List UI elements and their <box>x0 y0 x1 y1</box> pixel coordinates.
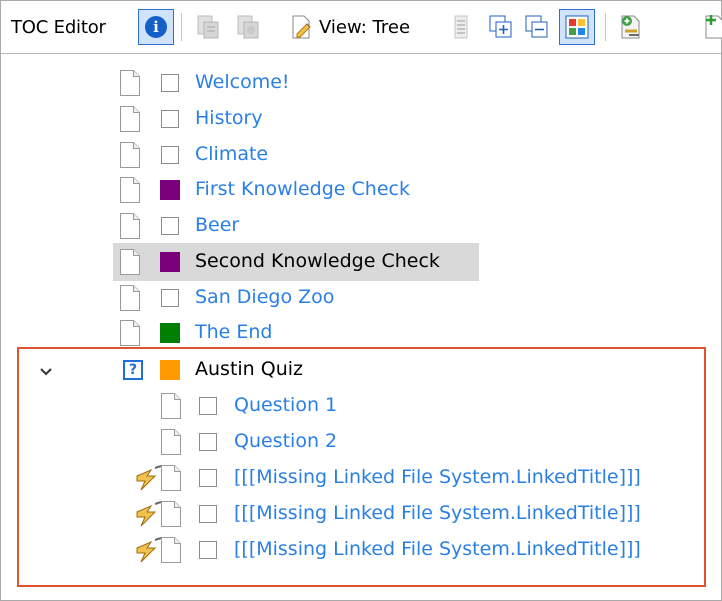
checkbox[interactable] <box>161 146 179 164</box>
add-item-icon[interactable] <box>701 13 722 41</box>
list-icon[interactable] <box>447 13 475 41</box>
checkbox[interactable] <box>161 217 179 235</box>
add-linked-file-icon[interactable] <box>617 13 645 41</box>
checkbox[interactable] <box>161 110 179 128</box>
toc-item-label[interactable]: Welcome! <box>195 69 290 95</box>
toc-item-label[interactable]: History <box>195 105 263 131</box>
expand-all-icon[interactable] <box>487 13 515 41</box>
page-icon <box>120 106 140 132</box>
page-icon <box>120 70 140 96</box>
toc-item[interactable]: First Knowledge Check <box>1 172 721 208</box>
toc-item[interactable]: Beer <box>1 208 721 244</box>
checkbox[interactable] <box>161 74 179 92</box>
checkbox[interactable] <box>161 289 179 307</box>
page-icon <box>120 213 140 239</box>
toc-item-label[interactable]: Second Knowledge Check <box>195 248 440 274</box>
highlight-annotation-box <box>17 347 706 587</box>
toc-item-label[interactable]: The End <box>195 319 272 345</box>
color-grid-icon <box>565 15 589 39</box>
view-edit-icon[interactable] <box>288 13 316 41</box>
toc-item[interactable]: Climate <box>1 137 721 173</box>
color-swatch[interactable] <box>160 180 180 200</box>
toc-editor-window: TOC Editor i View: Tree Welcome! History… <box>0 0 722 601</box>
toolbar-separator <box>605 13 606 41</box>
toc-item-label[interactable]: Beer <box>195 212 239 238</box>
paste-page-icon[interactable] <box>234 13 262 41</box>
color-swatch[interactable] <box>160 323 180 343</box>
copy-page-icon[interactable] <box>194 13 222 41</box>
info-icon: i <box>145 16 167 38</box>
page-icon <box>120 285 140 311</box>
page-icon <box>120 249 140 275</box>
toc-item-label[interactable]: San Diego Zoo <box>195 284 334 310</box>
page-icon <box>120 320 140 346</box>
toc-item[interactable]: The End <box>1 315 721 351</box>
page-icon <box>120 177 140 203</box>
toc-item[interactable]: Welcome! <box>1 65 721 101</box>
toolbar-separator <box>181 13 182 41</box>
page-icon <box>120 142 140 168</box>
toolbar-title: TOC Editor <box>11 17 106 38</box>
toc-item[interactable]: History <box>1 101 721 137</box>
toolbar: TOC Editor i View: Tree <box>1 1 722 54</box>
toc-item-label[interactable]: First Knowledge Check <box>195 176 410 202</box>
toc-item-label[interactable]: Climate <box>195 141 268 167</box>
toc-item[interactable]: San Diego Zoo <box>1 280 721 316</box>
toc-item-selected[interactable]: Second Knowledge Check <box>1 244 721 280</box>
show-colors-toggle[interactable] <box>559 9 595 45</box>
color-swatch[interactable] <box>160 252 180 272</box>
view-mode-label[interactable]: View: Tree <box>319 11 410 45</box>
collapse-all-icon[interactable] <box>523 13 551 41</box>
info-button[interactable]: i <box>138 9 174 45</box>
